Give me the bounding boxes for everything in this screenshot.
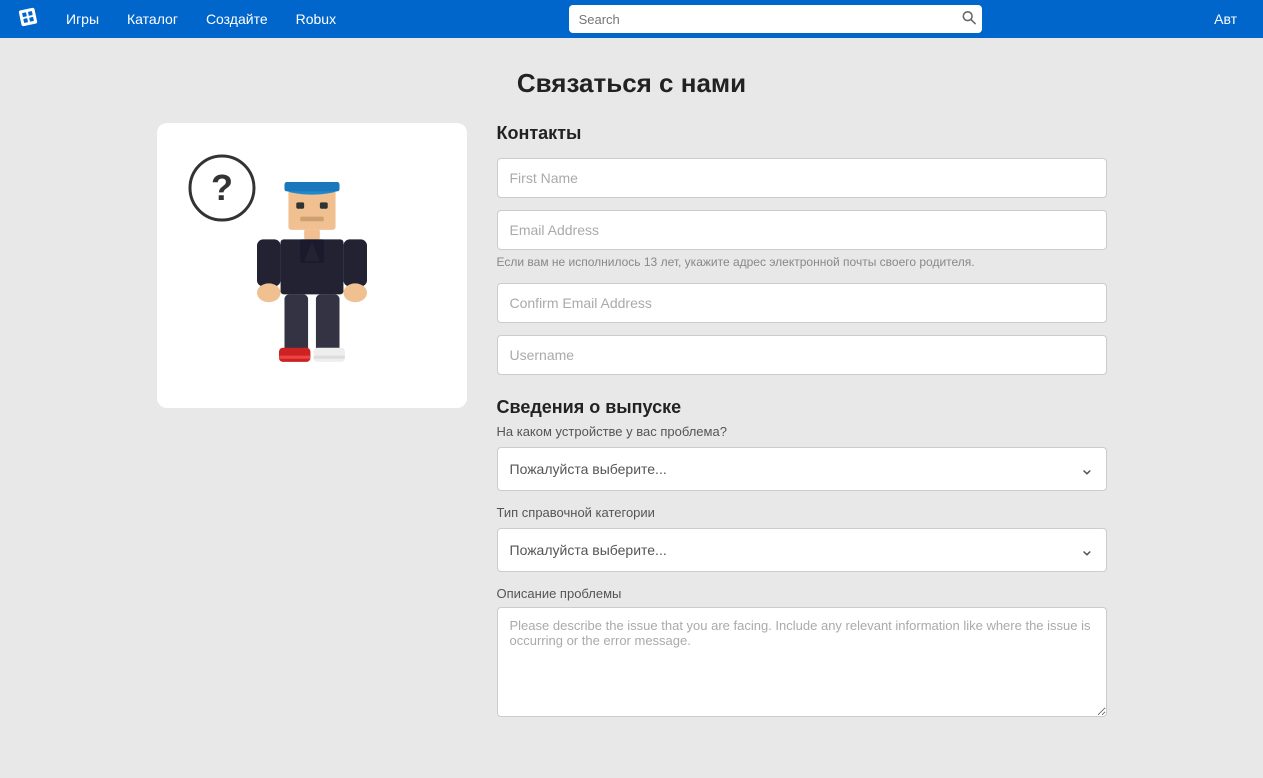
nav-create[interactable]: Создайте xyxy=(192,0,282,38)
username-input[interactable] xyxy=(497,335,1107,375)
page-content: Связаться с нами ? xyxy=(0,38,1263,762)
page-title: Связаться с нами xyxy=(20,68,1243,99)
image-card: ? xyxy=(157,123,467,408)
email-helper-text: Если вам не исполнилось 13 лет, укажите … xyxy=(497,254,1107,271)
question-icon: ? xyxy=(187,153,257,223)
search-button[interactable] xyxy=(962,11,976,28)
category-select[interactable]: Пожалуйста выберите... Аккаунт Оплата Те… xyxy=(497,528,1107,572)
issue-section-title: Сведения о выпуске xyxy=(497,397,1107,418)
category-label: Тип справочной категории xyxy=(497,505,1107,520)
content-row: ? xyxy=(20,123,1243,722)
svg-text:?: ? xyxy=(211,167,233,208)
email-input[interactable] xyxy=(497,210,1107,250)
description-textarea[interactable] xyxy=(497,607,1107,717)
confirm-email-input[interactable] xyxy=(497,283,1107,323)
category-select-wrapper: Пожалуйста выберите... Аккаунт Оплата Те… xyxy=(497,528,1107,572)
search-icon xyxy=(962,11,976,25)
description-label: Описание проблемы xyxy=(497,586,1107,601)
search-input[interactable] xyxy=(569,5,982,33)
nav-games[interactable]: Игры xyxy=(52,0,113,38)
device-label: На каком устройстве у вас проблема? xyxy=(497,424,1107,439)
nav-search-area xyxy=(350,5,1200,33)
nav-auth[interactable]: Авт xyxy=(1200,11,1251,27)
device-select[interactable]: Пожалуйста выберите... PC / Mac Мобильны… xyxy=(497,447,1107,491)
nav-links: Игры Каталог Создайте Robux xyxy=(52,0,350,38)
nav-robux[interactable]: Robux xyxy=(282,0,350,38)
form-panel: Контакты Если вам не исполнилось 13 лет,… xyxy=(497,123,1107,722)
navbar: Игры Каталог Создайте Robux Авт xyxy=(0,0,1263,38)
contacts-title: Контакты xyxy=(497,123,1107,144)
first-name-input[interactable] xyxy=(497,158,1107,198)
nav-catalog[interactable]: Каталог xyxy=(113,0,192,38)
device-select-wrapper: Пожалуйста выберите... PC / Mac Мобильны… xyxy=(497,447,1107,491)
nav-logo[interactable] xyxy=(12,1,52,38)
